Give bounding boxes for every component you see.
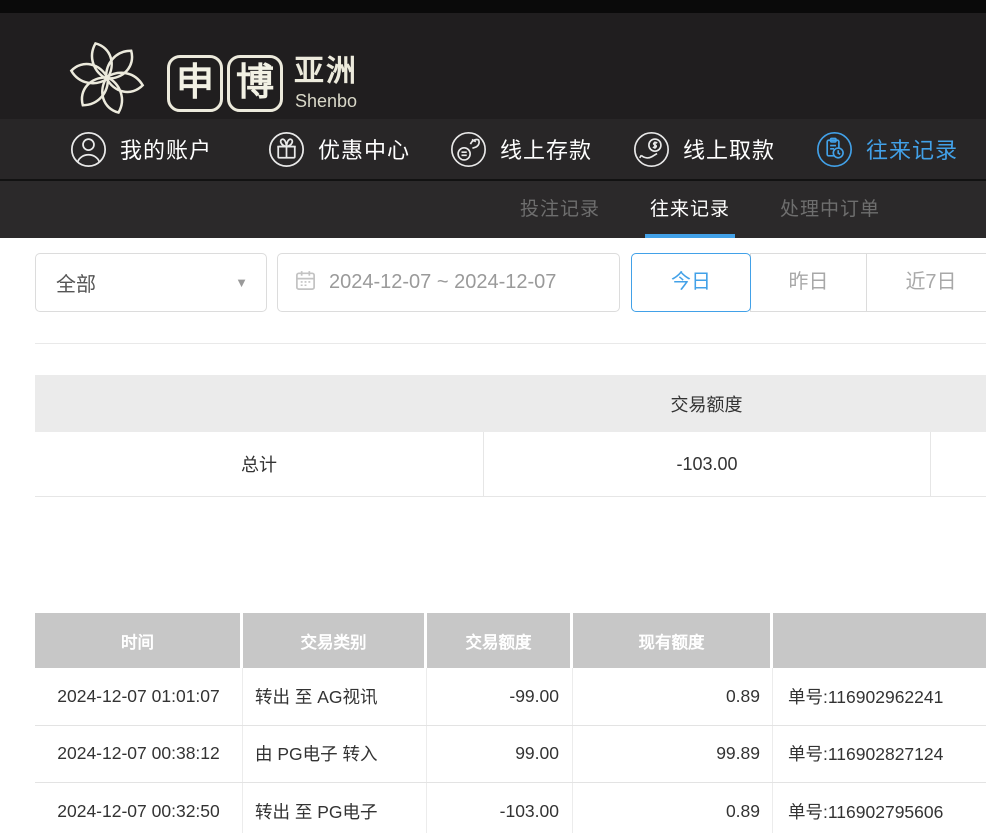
col-header-time: 时间 bbox=[35, 613, 243, 668]
brand-char-shen: 申 bbox=[167, 55, 223, 112]
quick-date-buttons: 今日 昨日 近7日 bbox=[631, 253, 986, 312]
col-header-type: 交易类别 bbox=[243, 613, 427, 668]
brand-region-label: 亚洲 bbox=[294, 55, 358, 89]
records-header-row: 时间 交易类别 交易额度 现有额度 bbox=[35, 613, 986, 668]
tab-processing-orders[interactable]: 处理中订单 bbox=[755, 181, 905, 238]
nav-item-label: 我的账户 bbox=[120, 133, 212, 165]
cell-order: 单号:116902827124 bbox=[773, 726, 986, 783]
deposit-icon bbox=[450, 131, 487, 168]
records-table: 时间 交易类别 交易额度 现有额度 2024-12-07 01:01:07 转出… bbox=[35, 613, 986, 833]
col-header-balance: 现有额度 bbox=[573, 613, 773, 668]
category-select[interactable]: 全部 ▼ bbox=[35, 253, 267, 312]
table-row: 2024-12-07 01:01:07 转出 至 AG视讯 -99.00 0.8… bbox=[35, 668, 986, 726]
cell-amount: -99.00 bbox=[427, 668, 573, 725]
col-header-order bbox=[773, 613, 986, 668]
withdraw-icon bbox=[633, 131, 670, 168]
brand-char-bo: 博 bbox=[227, 55, 283, 112]
cell-type: 转出 至 PG电子 bbox=[243, 783, 427, 833]
summary-total-row: 总计 -103.00 bbox=[35, 432, 986, 497]
cell-amount: 99.00 bbox=[427, 726, 573, 783]
yesterday-button[interactable]: 昨日 bbox=[750, 253, 867, 312]
records-icon bbox=[816, 131, 853, 168]
active-tab-underline bbox=[645, 234, 735, 238]
tab-transfer-records[interactable]: 往来记录 bbox=[635, 181, 745, 238]
summary-total-value: -103.00 bbox=[483, 432, 930, 497]
summary-total-label: 总计 bbox=[35, 451, 483, 477]
summary-header-row: 交易额度 bbox=[35, 375, 986, 432]
nav-item-my-account[interactable]: 我的账户 bbox=[70, 119, 212, 179]
calendar-icon bbox=[294, 269, 317, 297]
cell-balance: 99.89 bbox=[573, 726, 773, 783]
cell-time: 2024-12-07 00:32:50 bbox=[35, 783, 243, 833]
date-range-input[interactable]: 2024-12-07 ~ 2024-12-07 bbox=[277, 253, 620, 312]
cell-time: 2024-12-07 00:38:12 bbox=[35, 726, 243, 783]
cell-balance: 0.89 bbox=[573, 668, 773, 725]
cell-order: 单号:116902962241 bbox=[773, 668, 986, 725]
flower-logo-icon bbox=[58, 30, 156, 131]
summary-table: 交易额度 总计 -103.00 bbox=[35, 375, 986, 497]
filter-separator bbox=[35, 343, 986, 344]
cell-type: 转出 至 AG视讯 bbox=[243, 668, 427, 725]
category-selected-value: 全部 bbox=[36, 268, 96, 297]
nav-item-promotions[interactable]: 优惠中心 bbox=[268, 119, 410, 179]
nav-item-label: 优惠中心 bbox=[318, 133, 410, 165]
nav-item-transfer-records[interactable]: 往来记录 bbox=[816, 119, 958, 179]
cell-balance: 0.89 bbox=[573, 783, 773, 833]
cell-time: 2024-12-07 01:01:07 bbox=[35, 668, 243, 725]
gift-icon bbox=[268, 131, 305, 168]
date-range-value: 2024-12-07 ~ 2024-12-07 bbox=[329, 271, 556, 294]
cell-type: 由 PG电子 转入 bbox=[243, 726, 427, 783]
last7days-button[interactable]: 近7日 bbox=[866, 253, 986, 312]
main-nav: 我的账户 优惠中心 线上存款 bbox=[0, 119, 986, 179]
tab-betting-records[interactable]: 投注记录 bbox=[505, 181, 615, 238]
nav-item-withdraw[interactable]: 线上取款 bbox=[633, 119, 775, 179]
nav-item-deposit[interactable]: 线上存款 bbox=[450, 119, 592, 179]
nav-item-label: 线上存款 bbox=[500, 133, 592, 165]
nav-item-label: 线上取款 bbox=[683, 133, 775, 165]
cell-amount: -103.00 bbox=[427, 783, 573, 833]
logo-band: 申 博 亚洲 Shenbo bbox=[0, 13, 986, 119]
cell-order: 单号:116902795606 bbox=[773, 783, 986, 833]
summary-header-amount: 交易额度 bbox=[483, 391, 930, 417]
chevron-down-icon: ▼ bbox=[235, 275, 248, 290]
col-header-amount: 交易额度 bbox=[427, 613, 573, 668]
table-row: 2024-12-07 00:38:12 由 PG电子 转入 99.00 99.8… bbox=[35, 726, 986, 784]
today-button[interactable]: 今日 bbox=[631, 253, 751, 312]
user-icon bbox=[70, 131, 107, 168]
nav-item-label: 往来记录 bbox=[866, 133, 958, 165]
records-subnav: 投注记录 往来记录 处理中订单 bbox=[0, 181, 986, 238]
table-row: 2024-12-07 00:32:50 转出 至 PG电子 -103.00 0.… bbox=[35, 783, 986, 833]
brand-subtitle: Shenbo bbox=[295, 91, 357, 112]
top-strip bbox=[0, 0, 986, 13]
summary-total-empty bbox=[930, 432, 986, 497]
